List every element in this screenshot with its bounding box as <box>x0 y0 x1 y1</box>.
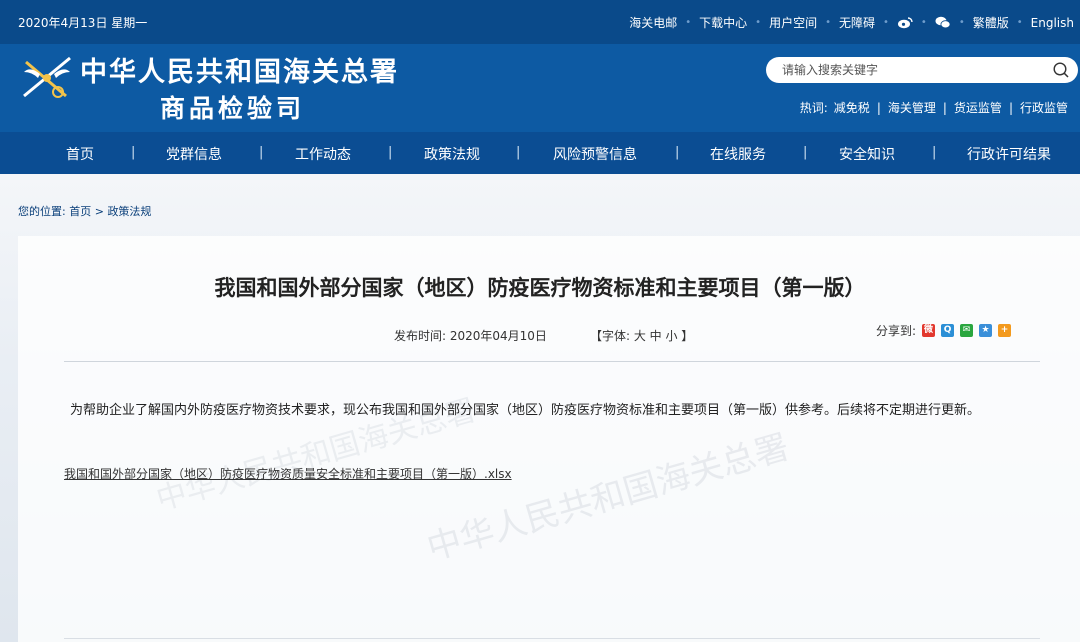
article-body: 为帮助企业了解国内外防疫医疗物资技术要求，现公布我国和国外部分国家（地区）防疫医… <box>70 403 981 418</box>
qq-share-icon[interactable]: ★ <box>979 324 993 337</box>
breadcrumb-label: 您的位置: <box>18 205 66 218</box>
site-subtitle: 商品检验司 <box>160 94 306 123</box>
search-input[interactable] <box>782 61 1042 79</box>
customs-emblem-icon <box>20 52 76 102</box>
breadcrumb-home[interactable]: 首页 <box>69 205 91 218</box>
top-link-download[interactable]: 下载中心 <box>699 14 747 31</box>
share-label: 分享到: <box>876 324 917 338</box>
top-links: 海关电邮 • 下载中心 • 用户空间 • 无障碍 • • • 繁體版 • Eng… <box>629 14 1074 31</box>
weibo-share-icon[interactable]: 微 <box>922 324 936 337</box>
nav-item-permit-results[interactable]: 行政许可结果 <box>967 144 1051 164</box>
attachment-link[interactable]: 我国和国外部分国家（地区）防疫医疗物资质量安全标准和主要项目（第一版）.xlsx <box>64 465 512 482</box>
breadcrumb: 您的位置: 首页 > 政策法规 <box>18 203 151 219</box>
hot-keywords: 热词: 减免税 | 海关管理 | 货运监管 | 行政监管 <box>799 99 1068 116</box>
publish-date: 发布时间: 2020年04月10日 <box>394 329 547 343</box>
share-bar: 分享到: 微 Q ✉ ★ + <box>876 322 1012 339</box>
qzone-share-icon[interactable]: Q <box>941 324 955 337</box>
breadcrumb-separator: > <box>94 205 104 218</box>
nav-item-work-news[interactable]: 工作动态 <box>295 144 351 164</box>
site-header: 中华人民共和国海关总署 商品检验司 热词: 减免税 | 海关管理 | 货运监管 … <box>0 44 1080 132</box>
nav-item-safety[interactable]: 安全知识 <box>839 144 895 164</box>
main-nav: 首页 | 党群信息 | 工作动态 | 政策法规 | 风险预警信息 | 在线服务 … <box>0 132 1080 174</box>
font-size-selector[interactable]: 【字体: 大 中 小 】 <box>590 327 693 344</box>
top-link-email[interactable]: 海关电邮 <box>629 14 677 31</box>
top-link-user-space[interactable]: 用户空间 <box>769 14 817 31</box>
search-box <box>766 57 1078 83</box>
nav-item-home[interactable]: 首页 <box>66 144 94 164</box>
top-link-accessibility[interactable]: 无障碍 <box>839 14 875 31</box>
divider <box>64 361 1040 362</box>
divider <box>64 638 1040 639</box>
nav-item-risk-alert[interactable]: 风险预警信息 <box>553 144 637 164</box>
breadcrumb-current[interactable]: 政策法规 <box>107 205 151 218</box>
hot-keyword-item[interactable]: 货运监管 <box>954 99 1002 116</box>
nav-item-party[interactable]: 党群信息 <box>166 144 222 164</box>
more-share-icon[interactable]: + <box>998 324 1012 337</box>
top-bar: 2020年4月13日 星期一 海关电邮 • 下载中心 • 用户空间 • 无障碍 … <box>0 0 1080 44</box>
search-icon[interactable] <box>1052 61 1070 79</box>
article-title: 我国和国外部分国家（地区）防疫医疗物资标准和主要项目（第一版） <box>214 276 866 300</box>
top-link-traditional[interactable]: 繁體版 <box>973 14 1009 31</box>
hot-keyword-item[interactable]: 减免税 <box>834 99 870 116</box>
hot-keyword-item[interactable]: 行政监管 <box>1020 99 1068 116</box>
wechat-share-icon[interactable]: ✉ <box>960 324 974 337</box>
wechat-icon[interactable] <box>935 16 951 29</box>
top-link-english[interactable]: English <box>1031 16 1074 30</box>
site-title: 中华人民共和国海关总署 <box>80 57 399 88</box>
nav-item-policy[interactable]: 政策法规 <box>424 144 480 164</box>
hot-keyword-item[interactable]: 海关管理 <box>888 99 936 116</box>
nav-item-online-service[interactable]: 在线服务 <box>710 144 766 164</box>
hot-keywords-label: 热词: <box>799 101 828 115</box>
current-date: 2020年4月13日 星期一 <box>18 16 148 30</box>
weibo-icon[interactable] <box>897 16 913 29</box>
